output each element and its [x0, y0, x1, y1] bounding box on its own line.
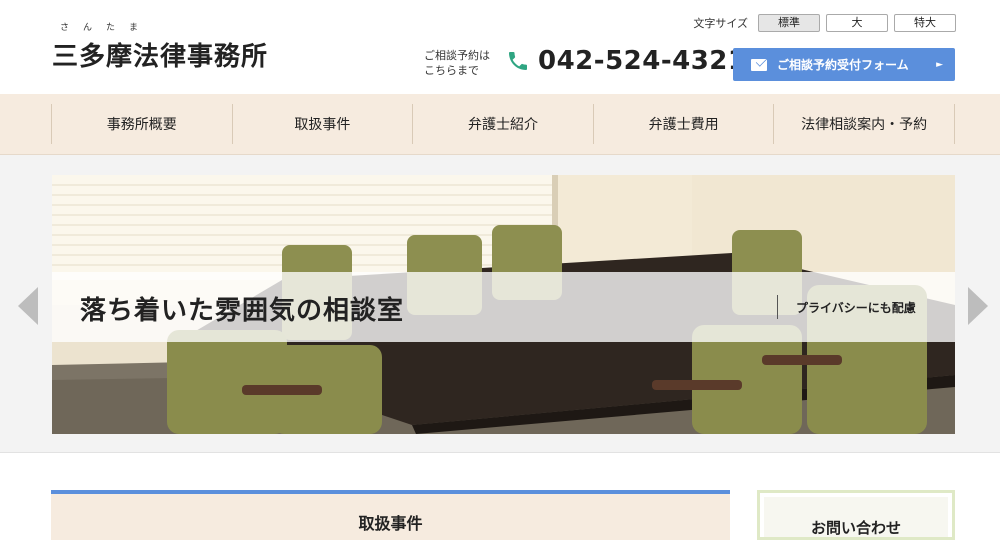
consultation-form-label: ご相談予約受付フォーム: [777, 58, 909, 72]
contact-note-line: ご相談予約は: [424, 49, 490, 62]
arrow-left-icon[interactable]: [18, 287, 38, 325]
logo-ruby-char: た: [106, 23, 116, 33]
arrow-right-icon[interactable]: [968, 287, 988, 325]
nav-item-lawyers[interactable]: 弁護士紹介: [413, 104, 594, 144]
contact-sidebar-inner: お問い合わせ: [764, 497, 948, 537]
contact-note-line: こちらまで: [424, 64, 479, 77]
hero-caption-title: 落ち着いた雰囲気の相談室: [80, 296, 405, 326]
nav-item-office[interactable]: 事務所概要: [52, 104, 233, 144]
hero-caption: 落ち着いた雰囲気の相談室 プライバシーにも配慮: [52, 272, 955, 342]
hero-caption-subtitle: プライバシーにも配慮: [796, 301, 916, 315]
logo-ruby-char: さ: [60, 23, 70, 33]
nav-item-fees[interactable]: 弁護士費用: [594, 104, 775, 144]
hero-caption-divider: [777, 295, 778, 319]
logo-title: 三多摩法律事務所: [52, 42, 269, 72]
logo-ruby-char: ん: [83, 23, 93, 33]
phone-icon: [509, 52, 527, 70]
global-nav: 事務所概要 取扱事件 弁護士紹介 弁護士費用 法律相談案内・予約: [0, 94, 1000, 155]
nav-item-practice[interactable]: 取扱事件: [233, 104, 414, 144]
logo-ruby: さ ん た ま: [52, 20, 268, 34]
site-header: さ ん た ま 三多摩法律事務所 文字サイズ 標準 大 特大 ご相談予約は こち…: [0, 0, 1000, 94]
site-logo[interactable]: さ ん た ま 三多摩法律事務所: [52, 20, 268, 73]
mail-icon: [751, 58, 767, 71]
contact-note: ご相談予約は こちらまで: [424, 48, 490, 78]
arrow-right-small-icon: ►: [936, 59, 943, 70]
font-size-standard-button[interactable]: 標準: [758, 14, 820, 32]
section-title: 取扱事件: [358, 514, 423, 533]
practice-section-header: 取扱事件: [51, 490, 730, 540]
font-size-switcher: 文字サイズ 標準 大 特大: [693, 14, 956, 32]
contact-sidebar-title: お問い合わせ: [810, 519, 901, 537]
nav-item-consultation[interactable]: 法律相談案内・予約: [774, 104, 955, 144]
font-size-xlarge-button[interactable]: 特大: [894, 14, 956, 32]
phone-number: 042-524-4321: [538, 46, 747, 76]
logo-ruby-char: ま: [129, 23, 139, 33]
phone-link[interactable]: 042-524-4321: [506, 46, 747, 76]
consultation-form-button[interactable]: ご相談予約受付フォーム ►: [733, 48, 955, 81]
font-size-large-button[interactable]: 大: [826, 14, 888, 32]
global-nav-list: 事務所概要 取扱事件 弁護士紹介 弁護士費用 法律相談案内・予約: [51, 104, 955, 144]
contact-sidebar-box[interactable]: お問い合わせ: [757, 490, 955, 540]
font-size-label: 文字サイズ: [693, 17, 748, 30]
